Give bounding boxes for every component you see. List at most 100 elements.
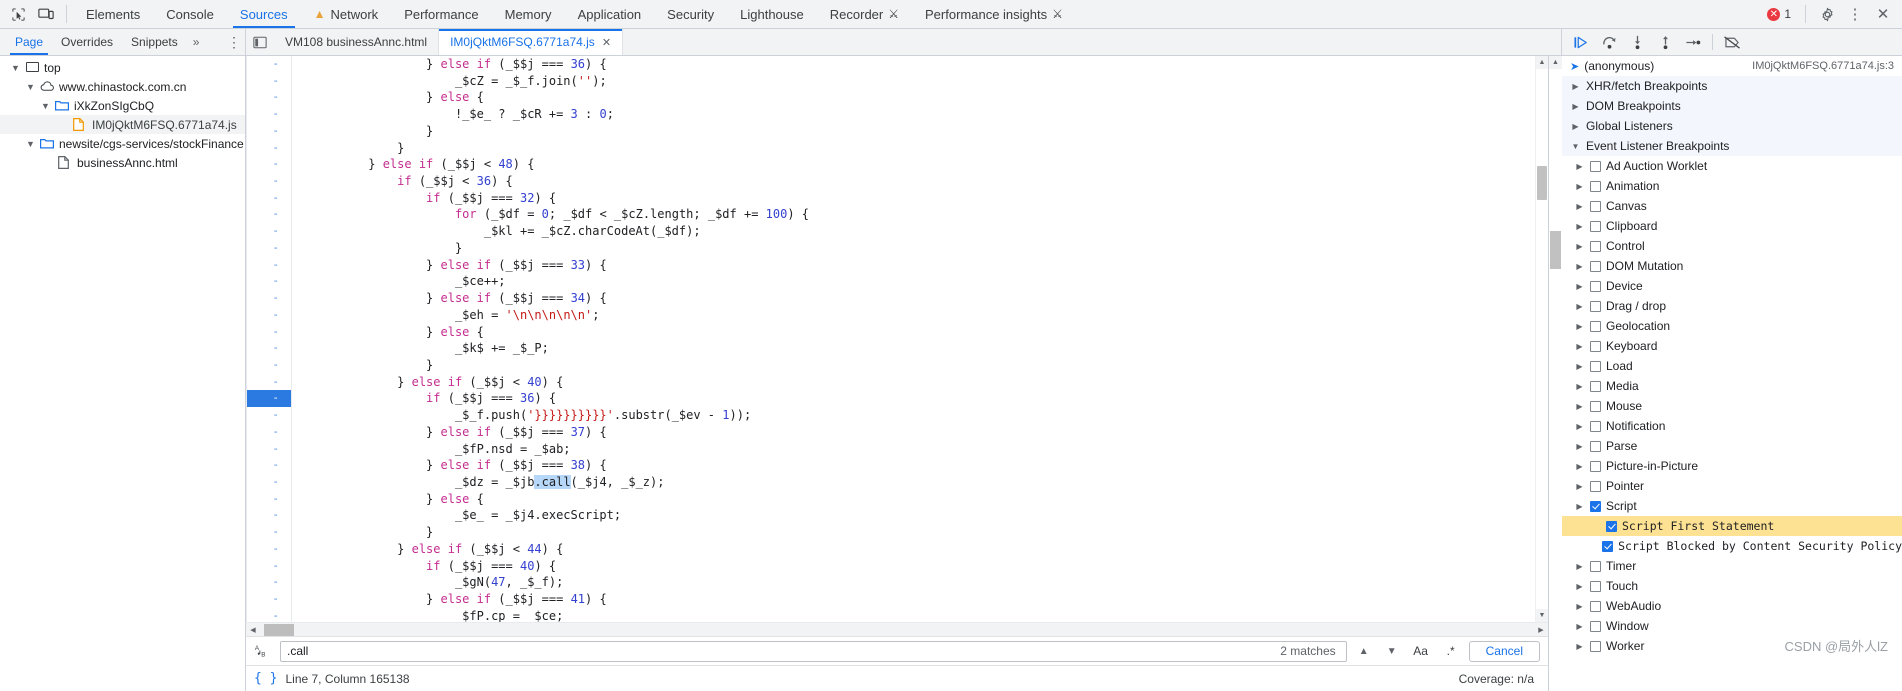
line-number-gutter[interactable]: ----------------------------------	[246, 56, 292, 622]
gutter-line[interactable]: -	[247, 407, 291, 424]
code-line[interactable]: if (_$$j < 36) {	[296, 173, 1535, 190]
gutter-line[interactable]: -	[247, 524, 291, 541]
chevron-right-icon[interactable]: ▶	[1574, 242, 1585, 251]
code-line[interactable]: _$fP.nsd = _$ab;	[296, 441, 1535, 458]
chevron-down-icon[interactable]: ▼	[10, 63, 21, 73]
tab-security[interactable]: Security	[654, 0, 727, 28]
event-category-worker[interactable]: ▶ Worker	[1562, 636, 1902, 656]
code-line[interactable]: _$eh = '\n\n\n\n\n';	[296, 307, 1535, 324]
checkbox[interactable]	[1590, 260, 1601, 272]
scrollbar-thumb[interactable]	[1550, 231, 1561, 269]
chevron-right-icon[interactable]: ▶	[1574, 622, 1585, 631]
gutter-line[interactable]: -	[247, 223, 291, 240]
event-category-geolocation[interactable]: ▶ Geolocation	[1562, 316, 1902, 336]
chevron-right-icon[interactable]: ▶	[1570, 122, 1581, 131]
event-category-clipboard[interactable]: ▶ Clipboard	[1562, 216, 1902, 236]
code-line[interactable]: _$fP.cp = _$ce;	[296, 608, 1535, 622]
sidebar-section-xhr-fetch-breakpoints[interactable]: ▶ XHR/fetch Breakpoints	[1562, 76, 1902, 96]
chevron-down-icon[interactable]: ▼	[25, 139, 36, 149]
code-line[interactable]: } else if (_$$j === 33) {	[296, 257, 1535, 274]
gutter-line[interactable]: -	[247, 257, 291, 274]
code-line[interactable]: } else if (_$$j === 36) {	[296, 56, 1535, 73]
tab-elements[interactable]: Elements	[73, 0, 153, 28]
chevron-right-icon[interactable]: ▶	[1574, 222, 1585, 231]
scroll-down-icon[interactable]: ▼	[1536, 609, 1548, 622]
chevron-right-icon[interactable]: ▶	[1574, 602, 1585, 611]
gutter-line[interactable]: -	[247, 173, 291, 190]
chevron-right-icon[interactable]: ▶	[1574, 362, 1585, 371]
editor-tab-businessannc[interactable]: VM108 businessAnnc.html	[274, 29, 440, 55]
search-next-button[interactable]: ▼	[1381, 641, 1403, 662]
code-line[interactable]: _$cZ = _$_f.join('');	[296, 73, 1535, 90]
event-category-media[interactable]: ▶ Media	[1562, 376, 1902, 396]
gutter-line[interactable]: -	[247, 273, 291, 290]
event-category-animation[interactable]: ▶ Animation	[1562, 176, 1902, 196]
chevron-right-icon[interactable]: ▶	[1574, 282, 1585, 291]
gutter-line[interactable]: -	[247, 424, 291, 441]
checkbox[interactable]	[1590, 360, 1601, 372]
gutter-line[interactable]: -	[247, 457, 291, 474]
event-category-notification[interactable]: ▶ Notification	[1562, 416, 1902, 436]
navigator-more-options-icon[interactable]: ⋮	[223, 34, 245, 51]
code-line[interactable]: if (_$$j === 36) {	[296, 390, 1535, 407]
code-line[interactable]: } else if (_$$j < 48) {	[296, 156, 1535, 173]
code-line[interactable]: _$gN(47, _$_f);	[296, 574, 1535, 591]
tree-item-www-chinastock[interactable]: ▼ www.chinastock.com.cn	[0, 77, 245, 96]
gutter-line[interactable]: -	[247, 591, 291, 608]
code-line[interactable]: for (_$df = 0; _$df < _$cZ.length; _$df …	[296, 206, 1535, 223]
gutter-line[interactable]: -	[247, 507, 291, 524]
scroll-up-icon[interactable]: ▲	[1549, 56, 1562, 69]
chevron-down-icon[interactable]: ▼	[25, 82, 36, 92]
code-line[interactable]: } else if (_$$j < 44) {	[296, 541, 1535, 558]
code-line[interactable]: }	[296, 524, 1535, 541]
chevron-down-icon[interactable]: ▼	[1570, 142, 1581, 151]
event-category-parse[interactable]: ▶ Parse	[1562, 436, 1902, 456]
step-into-icon[interactable]	[1624, 30, 1650, 54]
checkbox[interactable]	[1590, 380, 1601, 392]
event-category-touch[interactable]: ▶ Touch	[1562, 576, 1902, 596]
event-breakpoint-script-first-statement[interactable]: ▶Script First Statement	[1562, 516, 1902, 536]
chevron-right-icon[interactable]: ▶	[1574, 502, 1585, 511]
sidebar-section-global-listeners[interactable]: ▶ Global Listeners	[1562, 116, 1902, 136]
tree-item-newsite-cgs-services[interactable]: ▼ newsite/cgs-services/stockFinance	[0, 134, 245, 153]
checkbox[interactable]	[1602, 540, 1614, 552]
gutter-line[interactable]: -	[247, 474, 291, 491]
chevron-right-icon[interactable]: ▶	[1574, 302, 1585, 311]
chevron-right-icon[interactable]: ▶	[1574, 182, 1585, 191]
event-category-control[interactable]: ▶ Control	[1562, 236, 1902, 256]
tab-lighthouse[interactable]: Lighthouse	[727, 0, 817, 28]
sidebar-section-event-listener-breakpoints[interactable]: ▼ Event Listener Breakpoints	[1562, 136, 1902, 156]
gutter-line-current[interactable]: -	[247, 390, 291, 408]
checkbox[interactable]	[1590, 340, 1601, 352]
scroll-right-icon[interactable]: ▶	[1534, 623, 1548, 637]
checkbox[interactable]	[1606, 520, 1617, 532]
gutter-line[interactable]: -	[247, 558, 291, 575]
event-category-window[interactable]: ▶ Window	[1562, 616, 1902, 636]
checkbox[interactable]	[1590, 620, 1601, 632]
code-line[interactable]: }	[296, 357, 1535, 374]
checkbox[interactable]	[1590, 440, 1601, 452]
editor-horizontal-scrollbar[interactable]: ◀ ▶	[246, 622, 1548, 636]
code-line[interactable]: if (_$$j === 32) {	[296, 190, 1535, 207]
close-icon[interactable]: ✕	[602, 36, 611, 49]
checkbox[interactable]	[1590, 200, 1601, 212]
code-line[interactable]: _$kl += _$cZ.charCodeAt(_$df);	[296, 223, 1535, 240]
gutter-line[interactable]: -	[247, 240, 291, 257]
gutter-line[interactable]: -	[247, 357, 291, 374]
checkbox[interactable]	[1590, 560, 1601, 572]
event-category-ad-auction-worklet[interactable]: ▶ Ad Auction Worklet	[1562, 156, 1902, 176]
format-braces-icon[interactable]: { }	[254, 671, 277, 686]
tree-item-im0jqktm6fsq-js[interactable]: ▼ IM0jQktM6FSQ.6771a74.js	[0, 115, 245, 134]
gutter-line[interactable]: -	[247, 340, 291, 357]
more-tabs-icon[interactable]: »	[187, 35, 206, 49]
step-out-icon[interactable]	[1652, 30, 1678, 54]
checkbox[interactable]	[1590, 480, 1601, 492]
event-category-pointer[interactable]: ▶ Pointer	[1562, 476, 1902, 496]
event-category-keyboard[interactable]: ▶ Keyboard	[1562, 336, 1902, 356]
gutter-line[interactable]: -	[247, 307, 291, 324]
nav-tab-snippets[interactable]: Snippets	[122, 29, 187, 55]
chevron-right-icon[interactable]: ▶	[1574, 582, 1585, 591]
chevron-right-icon[interactable]: ▶	[1574, 262, 1585, 271]
resume-script-icon[interactable]	[1568, 30, 1594, 54]
step-icon[interactable]	[1680, 30, 1706, 54]
